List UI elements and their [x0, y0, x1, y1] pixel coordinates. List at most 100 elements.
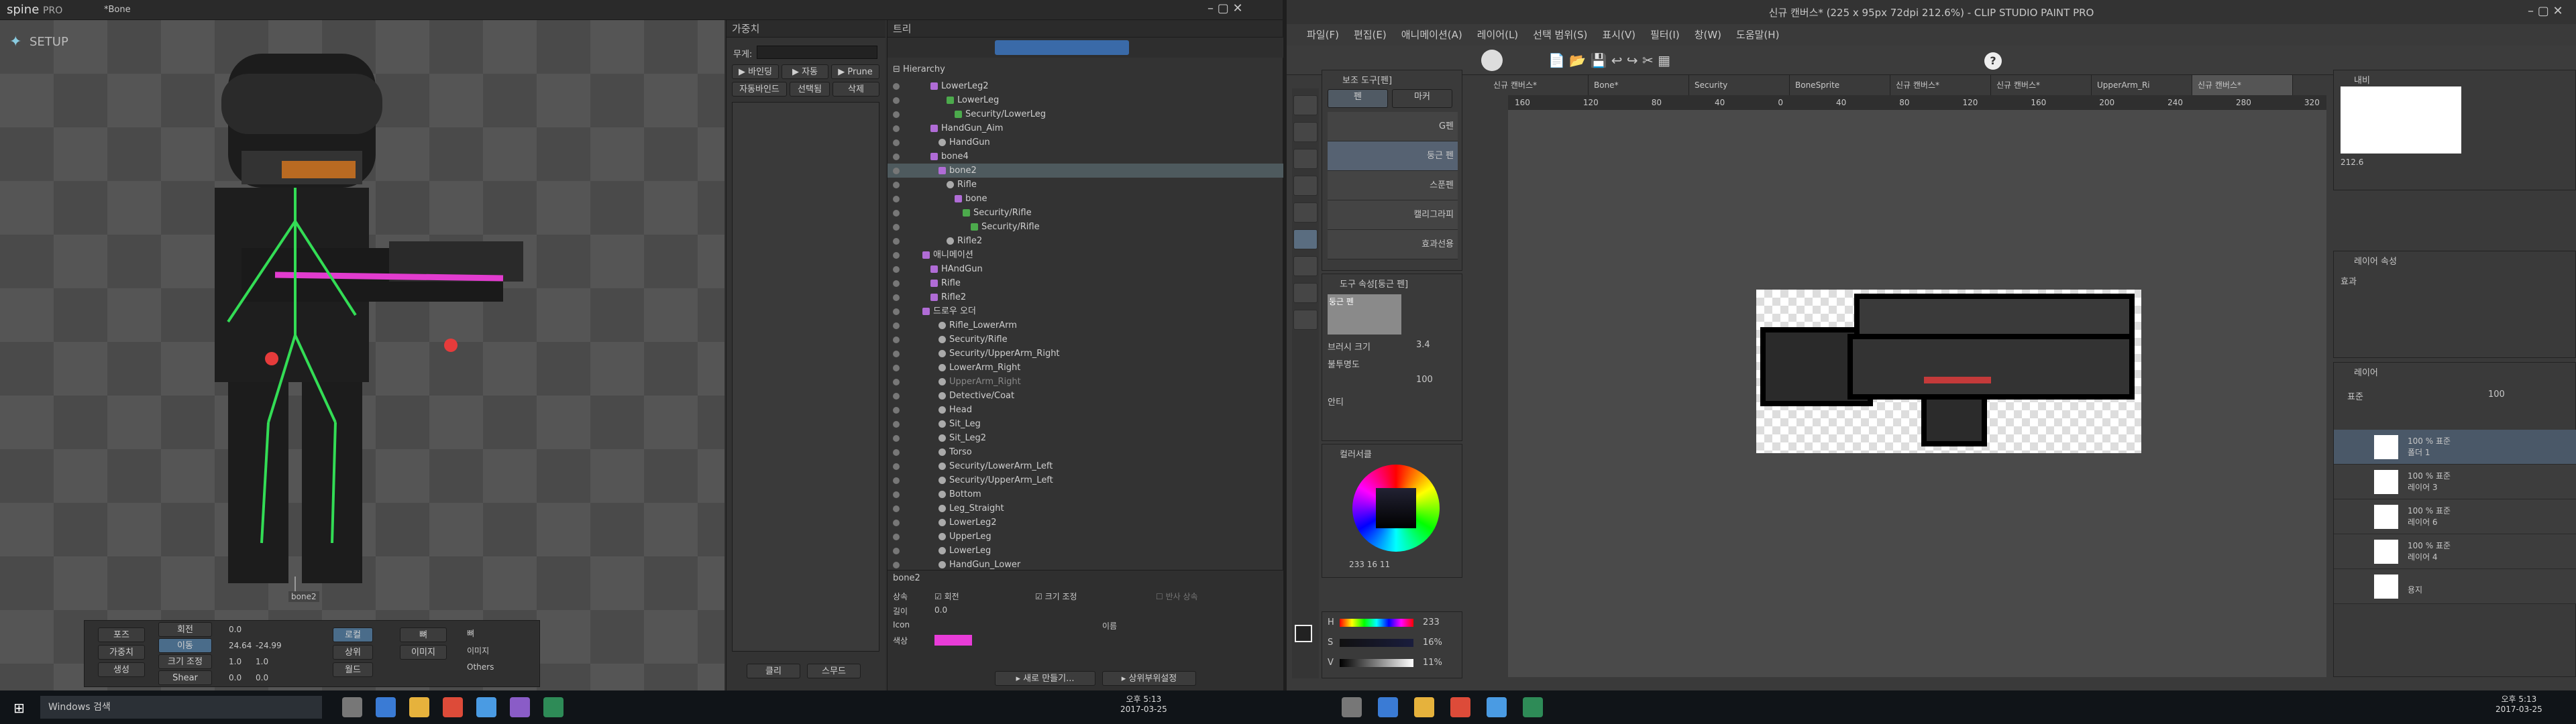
chrome-icon[interactable]	[443, 697, 463, 717]
visibility-icon[interactable]	[893, 336, 900, 343]
tree-row[interactable]: HandGun	[888, 135, 1283, 149]
brush-item[interactable]: 둥근 펜	[1328, 141, 1458, 171]
local-button[interactable]: 로컬	[333, 627, 373, 642]
visibility-icon[interactable]	[893, 209, 900, 217]
tree-row[interactable]: Head	[888, 403, 1283, 417]
search-box[interactable]: Windows 검색	[40, 696, 322, 719]
clip-app-icon[interactable]	[1342, 697, 1362, 717]
visibility-icon[interactable]	[893, 350, 900, 357]
start-icon[interactable]: ⊞	[13, 700, 25, 716]
tree-row[interactable]: LowerLeg	[888, 544, 1283, 558]
window-controls[interactable]: – ▢ ✕	[2528, 4, 2563, 18]
menu-item[interactable]: 표시(V)	[1602, 24, 1635, 46]
visibility-icon[interactable]	[893, 251, 900, 259]
tree-row[interactable]: Rifle2	[888, 234, 1283, 248]
tree-row[interactable]: Security/Rifle	[888, 220, 1283, 234]
bone-color-swatch[interactable]	[934, 635, 972, 646]
selected-button[interactable]: 선택됨	[790, 82, 830, 97]
translate-button[interactable]: 이동	[158, 638, 212, 653]
document-tab[interactable]: Security	[1689, 75, 1790, 95]
character-skeleton[interactable]	[0, 20, 724, 690]
inherit-reflect-checkbox[interactable]: ☐ 반사 상속	[1156, 591, 1198, 602]
visibility-icon[interactable]	[893, 392, 900, 400]
visibility-icon[interactable]	[893, 111, 900, 118]
brush-item[interactable]: 스푼펜	[1328, 171, 1458, 200]
vs-icon[interactable]	[510, 697, 530, 717]
zoom-tool-icon[interactable]	[1293, 95, 1318, 115]
chrome-icon-2[interactable]	[1450, 697, 1470, 717]
translate-x[interactable]: 24.64	[229, 641, 252, 650]
taskbar-apps-right[interactable]	[1342, 697, 1543, 717]
visibility-icon[interactable]	[893, 477, 900, 484]
tree-row[interactable]: Detective/Coat	[888, 389, 1283, 403]
blend-mode-select[interactable]: 표준	[2347, 389, 2363, 402]
canvas-area[interactable]	[1508, 110, 2326, 677]
visibility-icon[interactable]	[893, 237, 900, 245]
brush-size-value[interactable]: 3.4	[1416, 340, 1430, 350]
compensate-images[interactable]: 이미지	[400, 645, 447, 660]
create-button[interactable]: 생성	[98, 662, 145, 677]
tree-row[interactable]: Rifle	[888, 178, 1283, 192]
document-tab[interactable]: BoneSprite	[1790, 75, 1890, 95]
tree-row[interactable]: bone	[888, 192, 1283, 206]
world-button[interactable]: 월드	[333, 662, 373, 677]
length-value[interactable]: 0.0	[934, 605, 947, 615]
excel-icon-2[interactable]	[1523, 697, 1543, 717]
opacity-value[interactable]: 100	[1416, 375, 1433, 385]
tree-row[interactable]: LowerLeg2	[888, 79, 1283, 93]
tree-row[interactable]: Security/Rifle	[888, 333, 1283, 347]
value-slider[interactable]	[1340, 659, 1413, 667]
layer-row[interactable]: 100 % 표준 레이어 6	[2334, 499, 2576, 534]
document-tab[interactable]: 신규 캔버스*	[1488, 75, 1589, 95]
pen-tool-icon[interactable]	[1293, 229, 1318, 249]
inherit-scale-checkbox[interactable]: ☑ 크기 조정	[1035, 591, 1077, 602]
spine-viewport[interactable]: ✦ SETUP bone2 포즈 가중치 생성 회전 이동 크기 조정 Shea…	[0, 20, 724, 690]
main-color-swatch[interactable]	[1295, 625, 1312, 642]
clock-right[interactable]: 오후 5:13 2017-03-25	[2496, 693, 2542, 714]
edge-icon-2[interactable]	[1378, 697, 1398, 717]
tree-row[interactable]: Security/UpperArm_Left	[888, 473, 1283, 487]
compensate-bones[interactable]: 뼈	[400, 627, 447, 642]
visibility-icon[interactable]	[893, 153, 900, 160]
navigator-preview[interactable]	[2341, 86, 2461, 154]
command-icons[interactable]: 📄 📂 💾 ↩ ↪ ✂ ▦	[1548, 52, 1670, 68]
spine-app-icon[interactable]	[342, 697, 362, 717]
menu-item[interactable]: 도움말(H)	[1736, 24, 1779, 46]
layer-row[interactable]: 용지	[2334, 569, 2576, 604]
layer-opacity[interactable]: 100	[2488, 389, 2505, 400]
influence-slider[interactable]	[757, 46, 877, 59]
visibility-icon[interactable]	[893, 139, 900, 146]
visibility-icon[interactable]	[893, 167, 900, 174]
menu-item[interactable]: 편집(E)	[1354, 24, 1387, 46]
visibility-icon[interactable]	[893, 280, 900, 287]
tree-row[interactable]: HAndGun	[888, 262, 1283, 276]
tree-row[interactable]: HandGun_Aim	[888, 121, 1283, 135]
s-value[interactable]: 16%	[1423, 638, 1442, 648]
explorer-icon-2[interactable]	[1414, 697, 1434, 717]
photoshop-icon[interactable]	[476, 697, 496, 717]
option-images[interactable]: 이미지	[467, 645, 489, 656]
shear-x[interactable]: 0.0	[229, 673, 241, 682]
prune-button[interactable]: ▶ Prune	[831, 64, 879, 79]
tree-row[interactable]: LowerArm_Right	[888, 361, 1283, 375]
visibility-icon[interactable]	[893, 505, 900, 512]
tree-row[interactable]: Security/LowerLeg	[888, 107, 1283, 121]
brush-item[interactable]: 캘리그라피	[1328, 200, 1458, 230]
tree-row[interactable]: Rifle	[888, 276, 1283, 290]
clip-studio-icon[interactable]	[1481, 50, 1503, 71]
fill-tool-icon[interactable]	[1293, 283, 1318, 303]
menu-item[interactable]: 창(W)	[1695, 24, 1721, 46]
visibility-icon[interactable]	[893, 378, 900, 385]
visibility-icon[interactable]	[893, 181, 900, 188]
scale-button[interactable]: 크기 조정	[158, 654, 212, 669]
select-tool-icon[interactable]	[1293, 176, 1318, 196]
brush-item[interactable]: G펜	[1328, 112, 1458, 141]
visibility-icon[interactable]	[893, 434, 900, 442]
tree-row[interactable]: UpperLeg	[888, 530, 1283, 544]
visibility-icon[interactable]	[893, 463, 900, 470]
set-parent-button[interactable]: ▸ 상위부위설정	[1102, 671, 1196, 686]
clock-left[interactable]: 오후 5:13 2017-03-25	[1120, 693, 1167, 714]
rotate-value[interactable]: 0.0	[229, 625, 241, 634]
visibility-icon[interactable]	[893, 97, 900, 104]
layer-row[interactable]: 100 % 표준 레이어 4	[2334, 534, 2576, 569]
